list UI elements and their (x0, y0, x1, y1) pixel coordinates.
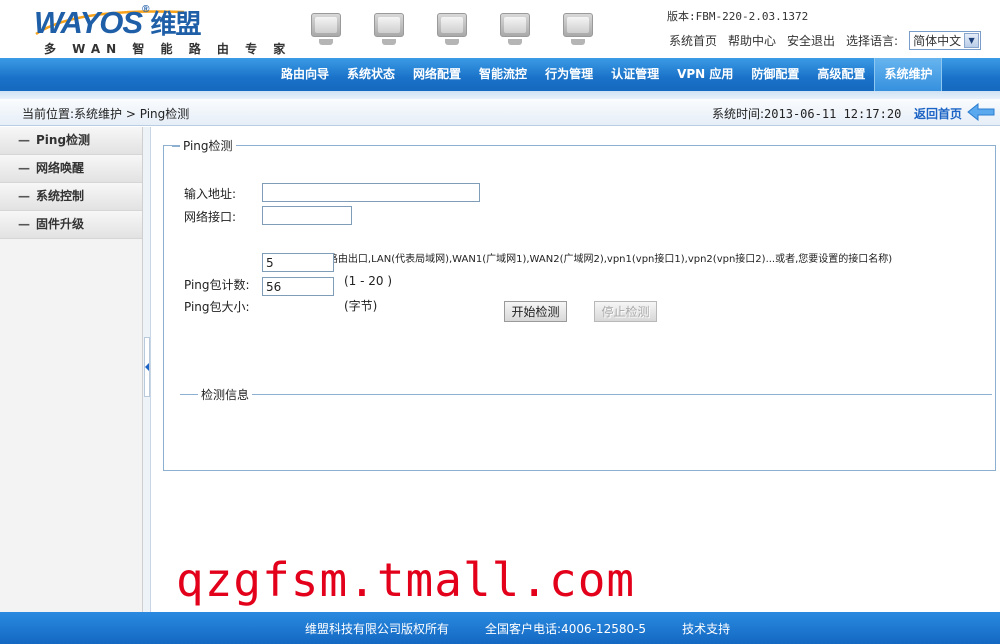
logo-slogan: 多 WAN 智 能 路 由 专 家 (44, 42, 292, 56)
count-label: Ping包计数: (184, 278, 250, 292)
footer: 维盟科技有限公司版权所有 全国客户电话:4006-12580-5 技术支持 (0, 612, 1000, 644)
sidebar-item-ping[interactable]: — Ping检测 (0, 127, 142, 155)
language-selected: 简体中文 (913, 34, 962, 48)
info-legend: 检测信息 (198, 386, 253, 403)
interface-input[interactable] (262, 206, 352, 225)
sidebar-item-firmware-upgrade[interactable]: — 固件升级 (0, 211, 142, 239)
watermark-text: qzgfsm.tmall.com (176, 553, 636, 607)
monitor-icon (562, 12, 594, 48)
nav-item-traffic-control[interactable]: 智能流控 (470, 58, 536, 91)
address-input[interactable] (262, 183, 480, 202)
nav-item-system-status[interactable]: 系统状态 (338, 58, 404, 91)
size-input[interactable] (262, 277, 334, 296)
system-time: 系统时间:2013-06-11 12:17:20 (712, 105, 901, 122)
logo-cn: 维盟 (150, 9, 201, 39)
nav-item-network-config[interactable]: 网络配置 (404, 58, 470, 91)
main-nav: 路由向导 系统状态 网络配置 智能流控 行为管理 认证管理 VPN 应用 防御配… (0, 58, 1000, 91)
stop-ping-button[interactable]: 停止检测 (594, 301, 657, 322)
main-content: Ping检测 输入地址: 网络接口: (为空表示默认路由出口,LAN(代表局域网… (151, 127, 1000, 612)
nav-item-advanced-config[interactable]: 高级配置 (808, 58, 874, 91)
breadcrumb-bar: 当前位置:系统维护 > Ping检测 系统时间:2013-06-11 12:17… (0, 99, 1000, 126)
language-select[interactable]: 简体中文 ▼ (909, 31, 982, 50)
size-label: Ping包大小: (184, 300, 250, 314)
breadcrumb: 当前位置:系统维护 > Ping检测 (22, 107, 190, 121)
size-unit: (字节) (344, 299, 378, 313)
nav-item-system-maintenance[interactable]: 系统维护 (874, 58, 943, 91)
sidebar-splitter (143, 127, 151, 612)
address-label: 输入地址: (184, 187, 237, 201)
monitor-icon (436, 12, 468, 48)
header: WAYOS®维盟 多 WAN 智 能 路 由 专 家 版本:FBM-220-2.… (0, 0, 1000, 58)
panel-legend: Ping检测 (180, 137, 236, 154)
system-time-value: 2013-06-11 12:17:20 (764, 107, 902, 121)
firmware-version: 版本:FBM-220-2.03.1372 (667, 10, 809, 23)
system-time-label: 系统时间: (712, 107, 765, 121)
top-links: 系统首页 帮助中心 安全退出 选择语言: 简体中文 ▼ (669, 31, 982, 50)
language-label: 选择语言: (846, 34, 899, 48)
start-ping-button[interactable]: 开始检测 (504, 301, 567, 322)
help-center-link[interactable]: 帮助中心 (728, 32, 776, 49)
nav-item-vpn[interactable]: VPN 应用 (668, 58, 742, 91)
nav-item-defense-config[interactable]: 防御配置 (742, 58, 808, 91)
sidebar-item-wake-on-lan[interactable]: — 网络唤醒 (0, 155, 142, 183)
nav-item-auth-management[interactable]: 认证管理 (602, 58, 668, 91)
footer-phone: 全国客户电话:4006-12580-5 (485, 622, 647, 636)
ping-panel: Ping检测 输入地址: 网络接口: (为空表示默认路由出口,LAN(代表局域网… (163, 137, 996, 471)
nav-subbar (0, 91, 1000, 99)
nav-items: 路由向导 系统状态 网络配置 智能流控 行为管理 认证管理 VPN 应用 防御配… (272, 58, 943, 91)
logout-link[interactable]: 安全退出 (787, 32, 835, 49)
count-input[interactable] (262, 253, 334, 272)
interface-hint: (为空表示默认路由出口,LAN(代表局域网),WAN1(广域网1),WAN2(广… (264, 254, 893, 265)
back-arrow-icon[interactable] (966, 103, 996, 121)
monitor-icon (373, 12, 405, 48)
footer-copyright: 维盟科技有限公司版权所有 (305, 622, 450, 636)
sidebar-item-system-control[interactable]: — 系统控制 (0, 183, 142, 211)
chevron-down-icon[interactable]: ▼ (964, 33, 980, 48)
nav-item-behavior-management[interactable]: 行为管理 (536, 58, 602, 91)
info-divider (180, 394, 992, 395)
nav-item-router-wizard[interactable]: 路由向导 (272, 58, 338, 91)
wayos-logo[interactable]: WAYOS®维盟 多 WAN 智 能 路 由 专 家 (34, 4, 285, 56)
monitor-icon (310, 12, 342, 48)
collapse-sidebar-icon[interactable] (144, 337, 150, 397)
return-home-link[interactable]: 返回首页 (914, 105, 962, 122)
system-home-link[interactable]: 系统首页 (669, 32, 717, 49)
sidebar: — Ping检测 — 网络唤醒 — 系统控制 — 固件升级 (0, 127, 143, 612)
count-range: (1 - 20 ) (344, 274, 393, 288)
monitor-icon (499, 12, 531, 48)
monitor-icons (310, 12, 594, 48)
logo-wordmark: WAYOS (34, 5, 143, 40)
footer-support-link[interactable]: 技术支持 (682, 620, 730, 637)
interface-label: 网络接口: (184, 210, 237, 224)
